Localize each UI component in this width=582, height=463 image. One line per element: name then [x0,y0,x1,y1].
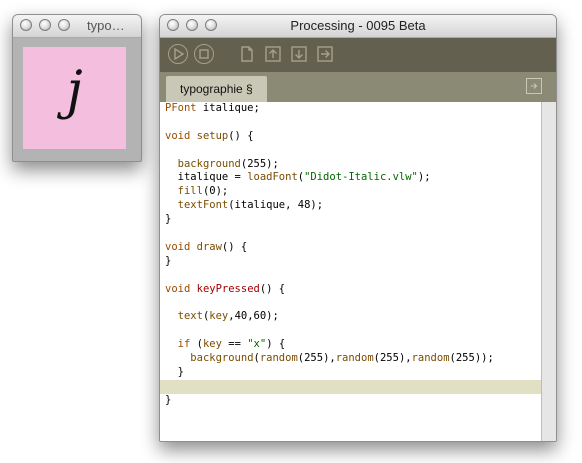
code-line[interactable]: text(key,40,60); [165,310,542,324]
code-token: random [411,352,450,365]
code-token: italique; [196,102,260,114]
current-line[interactable] [160,379,542,394]
code-token: "Didot-Italic.vlw" [304,171,418,184]
code-token: if [177,338,191,351]
code-token: ) { [266,338,286,351]
play-icon[interactable] [168,44,188,64]
code-line[interactable]: } [165,366,542,380]
close-button[interactable] [20,19,32,31]
code-token: == [221,338,248,351]
code-token: void [165,240,191,253]
code-line[interactable]: if (key == "x") { [165,338,542,352]
arrow-right-icon[interactable] [526,78,542,94]
editor-window[interactable]: Processing - 0095 Beta typographie § PFo… [159,14,557,442]
code-token: (255); [240,157,279,170]
code-editor[interactable]: PFont italique; void setup() { background… [160,102,542,441]
code-line[interactable]: void setup() { [165,130,542,144]
code-token: void [165,129,191,142]
code-line[interactable]: background(random(255),random(255),rando… [165,352,542,366]
toolbar [160,38,556,72]
code-token: } [165,213,172,226]
code-line[interactable]: textFont(italique, 48); [165,199,542,213]
code-token: random [259,352,298,365]
code-token: ); [417,171,431,184]
code-token: (0); [202,185,229,198]
code-token: PFont [165,102,197,114]
new-icon[interactable] [237,44,257,64]
code-line[interactable]: background(255); [165,158,542,172]
code-token: } [165,393,172,406]
code-token: (255), [297,352,336,365]
code-token: (255), [373,352,412,365]
code-line[interactable] [165,227,542,241]
tab-bar: typographie § [160,72,556,102]
code-line[interactable]: void keyPressed() { [165,283,542,297]
editor-window-title: Processing - 0095 Beta [290,18,426,33]
code-token: key [202,338,222,351]
code-token: "x" [247,338,267,351]
zoom-button[interactable] [58,19,70,31]
stop-icon[interactable] [194,44,214,64]
code-line[interactable]: PFont italique; [165,102,542,116]
sketch-window[interactable]: typo… j [12,14,142,162]
tab-typographie[interactable]: typographie § [166,76,267,102]
editor-titlebar[interactable]: Processing - 0095 Beta [160,15,556,38]
code-token: loadFont [247,171,298,184]
code-token: random [335,352,374,365]
sketch-canvas[interactable]: j [23,47,126,149]
code-token: } [165,365,184,378]
code-token: void [165,282,191,295]
code-token: key [209,310,229,323]
code-line[interactable] [165,269,542,283]
code-token: ( [190,338,203,351]
code-token: textFont [177,199,229,212]
code-token: text [177,310,203,323]
code-token: setup [196,129,229,142]
vertical-scrollbar[interactable] [541,102,556,441]
open-icon[interactable] [263,44,283,64]
code-token: background [177,157,241,170]
rendered-glyph: j [66,61,83,121]
code-token: background [190,352,254,365]
code-line[interactable]: } [165,394,542,408]
code-line[interactable] [165,144,542,158]
code-token: } [165,254,172,267]
sketch-window-title: typo… [87,18,125,33]
code-token: () { [228,129,254,142]
code-token: ,40,60); [228,310,279,323]
save-icon[interactable] [289,44,309,64]
code-token: () { [259,282,286,295]
code-token: fill [177,185,203,198]
export-icon[interactable] [315,44,335,64]
sketch-titlebar[interactable]: typo… [13,15,141,38]
code-line[interactable]: void draw() { [165,241,542,255]
minimize-button[interactable] [39,19,51,31]
code-token: italique = [165,171,248,184]
code-token: (italique, 48); [228,199,324,212]
code-line[interactable] [165,296,542,310]
code-token: () { [221,240,248,253]
code-line[interactable] [165,324,542,338]
code-line[interactable]: } [165,213,542,227]
code-line[interactable]: fill(0); [165,185,542,199]
code-token: keyPressed [196,282,260,295]
code-token: draw [196,240,222,253]
code-line[interactable] [165,116,542,130]
code-token: (255)); [449,352,494,365]
code-line[interactable]: italique = loadFont("Didot-Italic.vlw"); [165,171,542,185]
code-text[interactable]: PFont italique; void setup() { background… [160,102,542,408]
code-line[interactable]: } [165,255,542,269]
